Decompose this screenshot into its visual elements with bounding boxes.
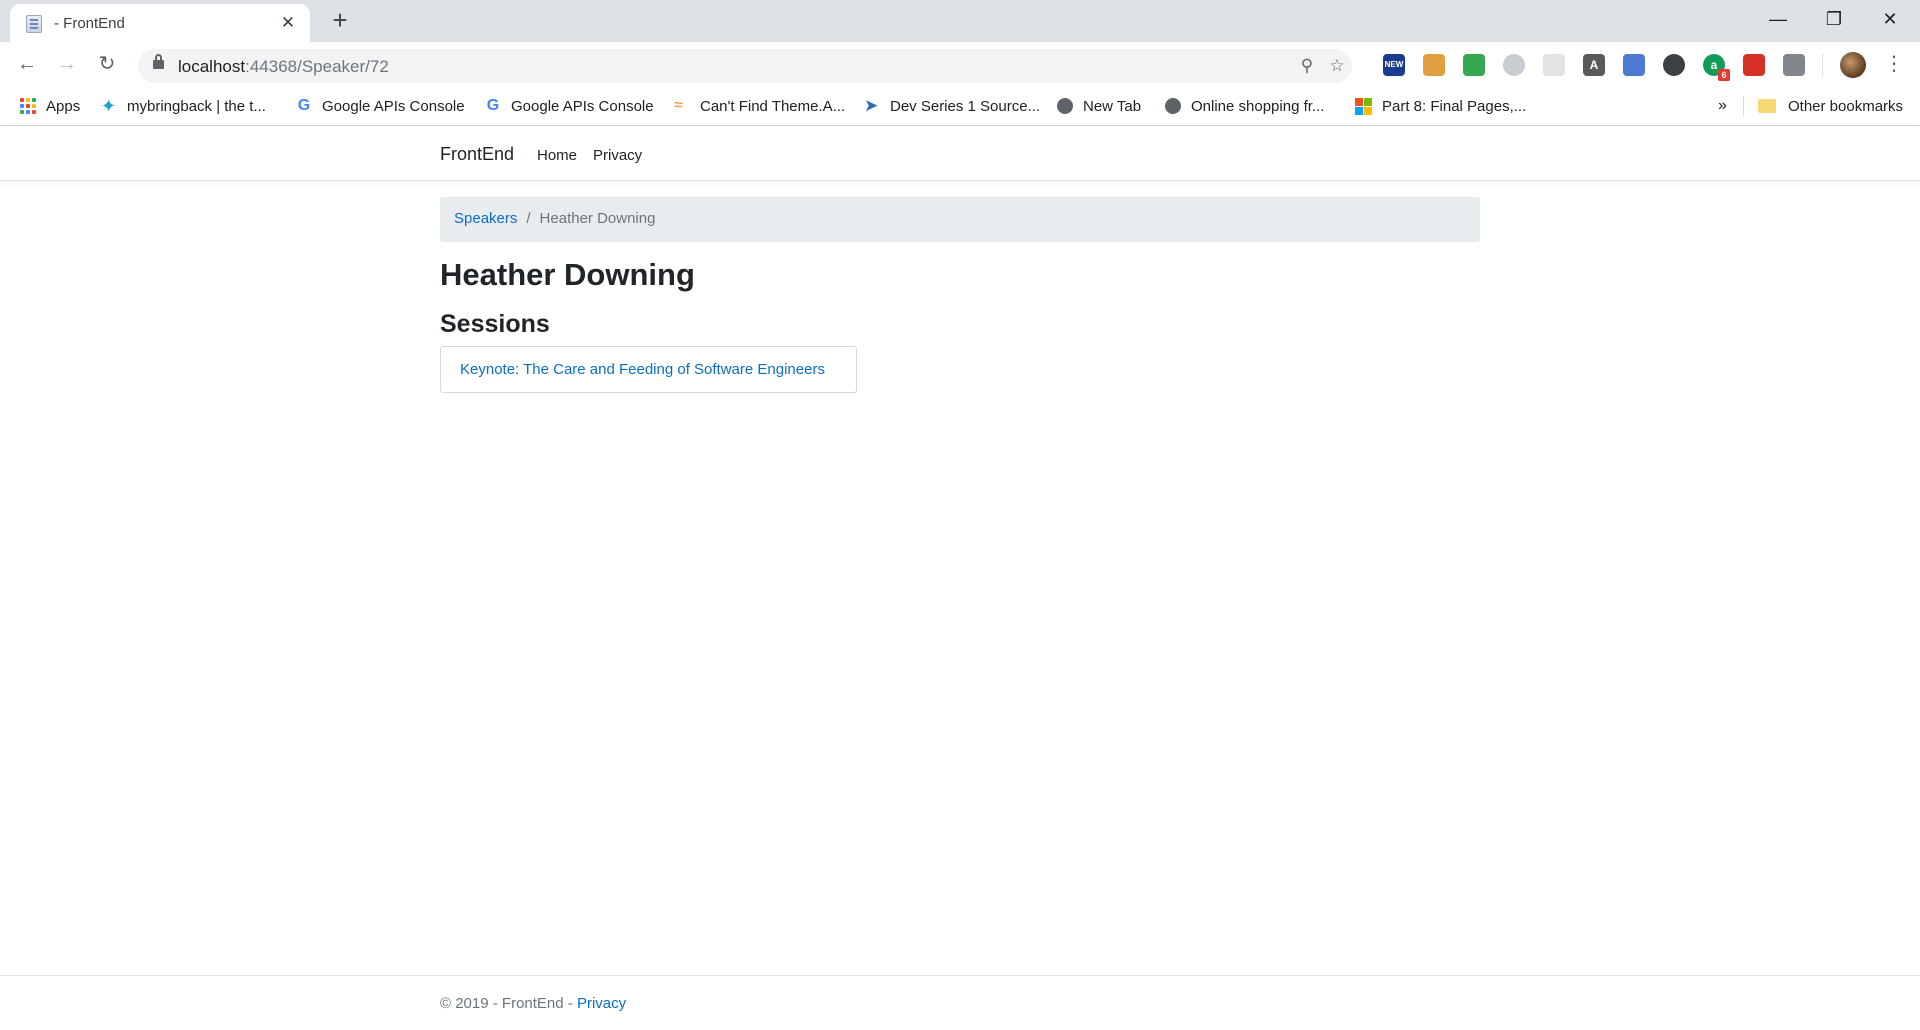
toolbar-divider	[1822, 54, 1823, 76]
bookmark-online-shopping[interactable]: Online shopping fr...	[1165, 94, 1324, 118]
tab-title: - FrontEnd	[54, 15, 125, 32]
session-link[interactable]: Keynote: The Care and Feeding of Softwar…	[460, 361, 825, 378]
copyright-text: © 2019 - FrontEnd -	[440, 995, 577, 1012]
apps-grid-icon	[20, 98, 36, 114]
lock-icon	[153, 54, 164, 69]
cookie-extension-icon[interactable]	[1423, 54, 1445, 76]
breadcrumb: Speakers / Heather Downing	[440, 197, 1480, 242]
footer-privacy-link[interactable]: Privacy	[577, 995, 626, 1012]
circle-extension-icon[interactable]	[1503, 54, 1525, 76]
globe-icon	[1165, 98, 1181, 114]
page-favicon-icon	[26, 15, 42, 33]
bookmark-apps[interactable]: Apps	[20, 94, 80, 118]
bookmark-label: New Tab	[1083, 97, 1142, 115]
bookmark-label: Apps	[46, 97, 81, 115]
bookmark-label: Google APIs Console	[511, 97, 654, 115]
profile-avatar[interactable]	[1840, 52, 1866, 78]
bookmark-new-tab[interactable]: New Tab	[1057, 94, 1141, 118]
google-icon: G	[486, 97, 500, 114]
forward-button[interactable]: →	[53, 50, 81, 78]
bookmark-label: Can't Find Theme.A...	[700, 97, 846, 115]
google-icon: G	[297, 97, 311, 114]
star-burst-icon: ✦	[101, 96, 117, 116]
tab-strip: - FrontEnd ✕ + — ❐ ✕	[0, 0, 1920, 42]
session-list: Keynote: The Care and Feeding of Softwar…	[440, 346, 857, 393]
zoom-icon[interactable]: ⚲	[1296, 55, 1318, 77]
bookmark-cant-find-theme[interactable]: ≈ Can't Find Theme.A...	[674, 94, 845, 118]
shield-extension-icon[interactable]	[1463, 54, 1485, 76]
bookmarks-overflow-button[interactable]: »	[1718, 94, 1727, 118]
pdf-extension-icon[interactable]	[1743, 54, 1765, 76]
news-extension-icon[interactable]: NEW	[1383, 54, 1405, 76]
microsoft-icon	[1355, 97, 1372, 115]
browser-toolbar: ← → ↻ localhost:44368/Speaker/72 ⚲ ☆ NEW…	[0, 42, 1920, 86]
bookmark-mybringback[interactable]: ✦ mybringback | the t...	[101, 94, 266, 118]
browser-tab[interactable]: - FrontEnd ✕	[10, 4, 310, 42]
address-bar[interactable]: localhost:44368/Speaker/72 ⚲ ☆	[138, 49, 1352, 83]
bookmarks-divider	[1743, 96, 1744, 116]
bookmark-dev-series[interactable]: ➤ Dev Series 1 Source...	[864, 94, 1040, 118]
site-navbar: FrontEnd Home Privacy	[0, 127, 1920, 181]
bookmark-label: Google APIs Console	[322, 97, 465, 115]
globe-icon	[1057, 98, 1073, 114]
spiral-extension-icon[interactable]	[1623, 54, 1645, 76]
bookmark-label: mybringback | the t...	[127, 97, 266, 115]
breadcrumb-current: Heather Downing	[539, 210, 656, 227]
site-brand[interactable]: FrontEnd	[440, 144, 514, 165]
extension-badge: 6	[1718, 69, 1730, 81]
minimize-button[interactable]: —	[1750, 0, 1806, 38]
folder-icon	[1758, 99, 1776, 113]
blank-extension-icon[interactable]	[1543, 54, 1565, 76]
nav-home-link[interactable]: Home	[537, 147, 577, 164]
back-button[interactable]: ←	[13, 50, 41, 78]
bookmark-part-8[interactable]: Part 8: Final Pages,...	[1355, 94, 1526, 118]
font-extension-icon[interactable]: A	[1583, 54, 1605, 76]
breadcrumb-speakers-link[interactable]: Speakers	[454, 210, 517, 227]
bookmark-label: Online shopping fr...	[1191, 97, 1325, 115]
a-extension-icon[interactable]: a6	[1703, 54, 1730, 81]
reload-button[interactable]: ↻	[93, 50, 121, 78]
camera-extension-icon[interactable]	[1783, 54, 1805, 76]
bookmark-google-apis-2[interactable]: G Google APIs Console	[485, 94, 654, 118]
speaker-name-heading: Heather Downing	[440, 257, 695, 292]
bookmark-google-apis-1[interactable]: G Google APIs Console	[296, 94, 465, 118]
dark-circle-extension-icon[interactable]	[1663, 54, 1685, 76]
bookmark-label: Part 8: Final Pages,...	[1382, 97, 1527, 115]
stackoverflow-icon: ≈	[674, 97, 683, 114]
other-bookmarks[interactable]: Other bookmarks	[1758, 94, 1903, 118]
page-content: FrontEnd Home Privacy Speakers / Heather D…	[0, 127, 1920, 1030]
restore-button[interactable]: ❐	[1806, 0, 1862, 38]
kebab-menu-icon[interactable]: ⋮	[1880, 50, 1908, 78]
close-tab-icon[interactable]: ✕	[278, 13, 298, 33]
bookmark-label: Dev Series 1 Source...	[890, 97, 1041, 115]
other-bookmarks-label: Other bookmarks	[1788, 97, 1904, 115]
footer-text: © 2019 - FrontEnd - Privacy	[440, 995, 626, 1012]
bookmark-star-icon[interactable]: ☆	[1326, 55, 1348, 77]
rocket-icon: ➤	[864, 96, 879, 115]
url-text[interactable]: localhost:44368/Speaker/72	[178, 57, 389, 77]
breadcrumb-separator: /	[526, 210, 531, 227]
nav-privacy-link[interactable]: Privacy	[593, 147, 642, 164]
sessions-heading: Sessions	[440, 310, 550, 338]
new-tab-button[interactable]: +	[326, 6, 354, 34]
site-footer: © 2019 - FrontEnd - Privacy	[0, 975, 1920, 1030]
bookmarks-bar: Apps ✦ mybringback | the t... G Google A…	[0, 86, 1920, 126]
close-window-button[interactable]: ✕	[1862, 0, 1918, 38]
